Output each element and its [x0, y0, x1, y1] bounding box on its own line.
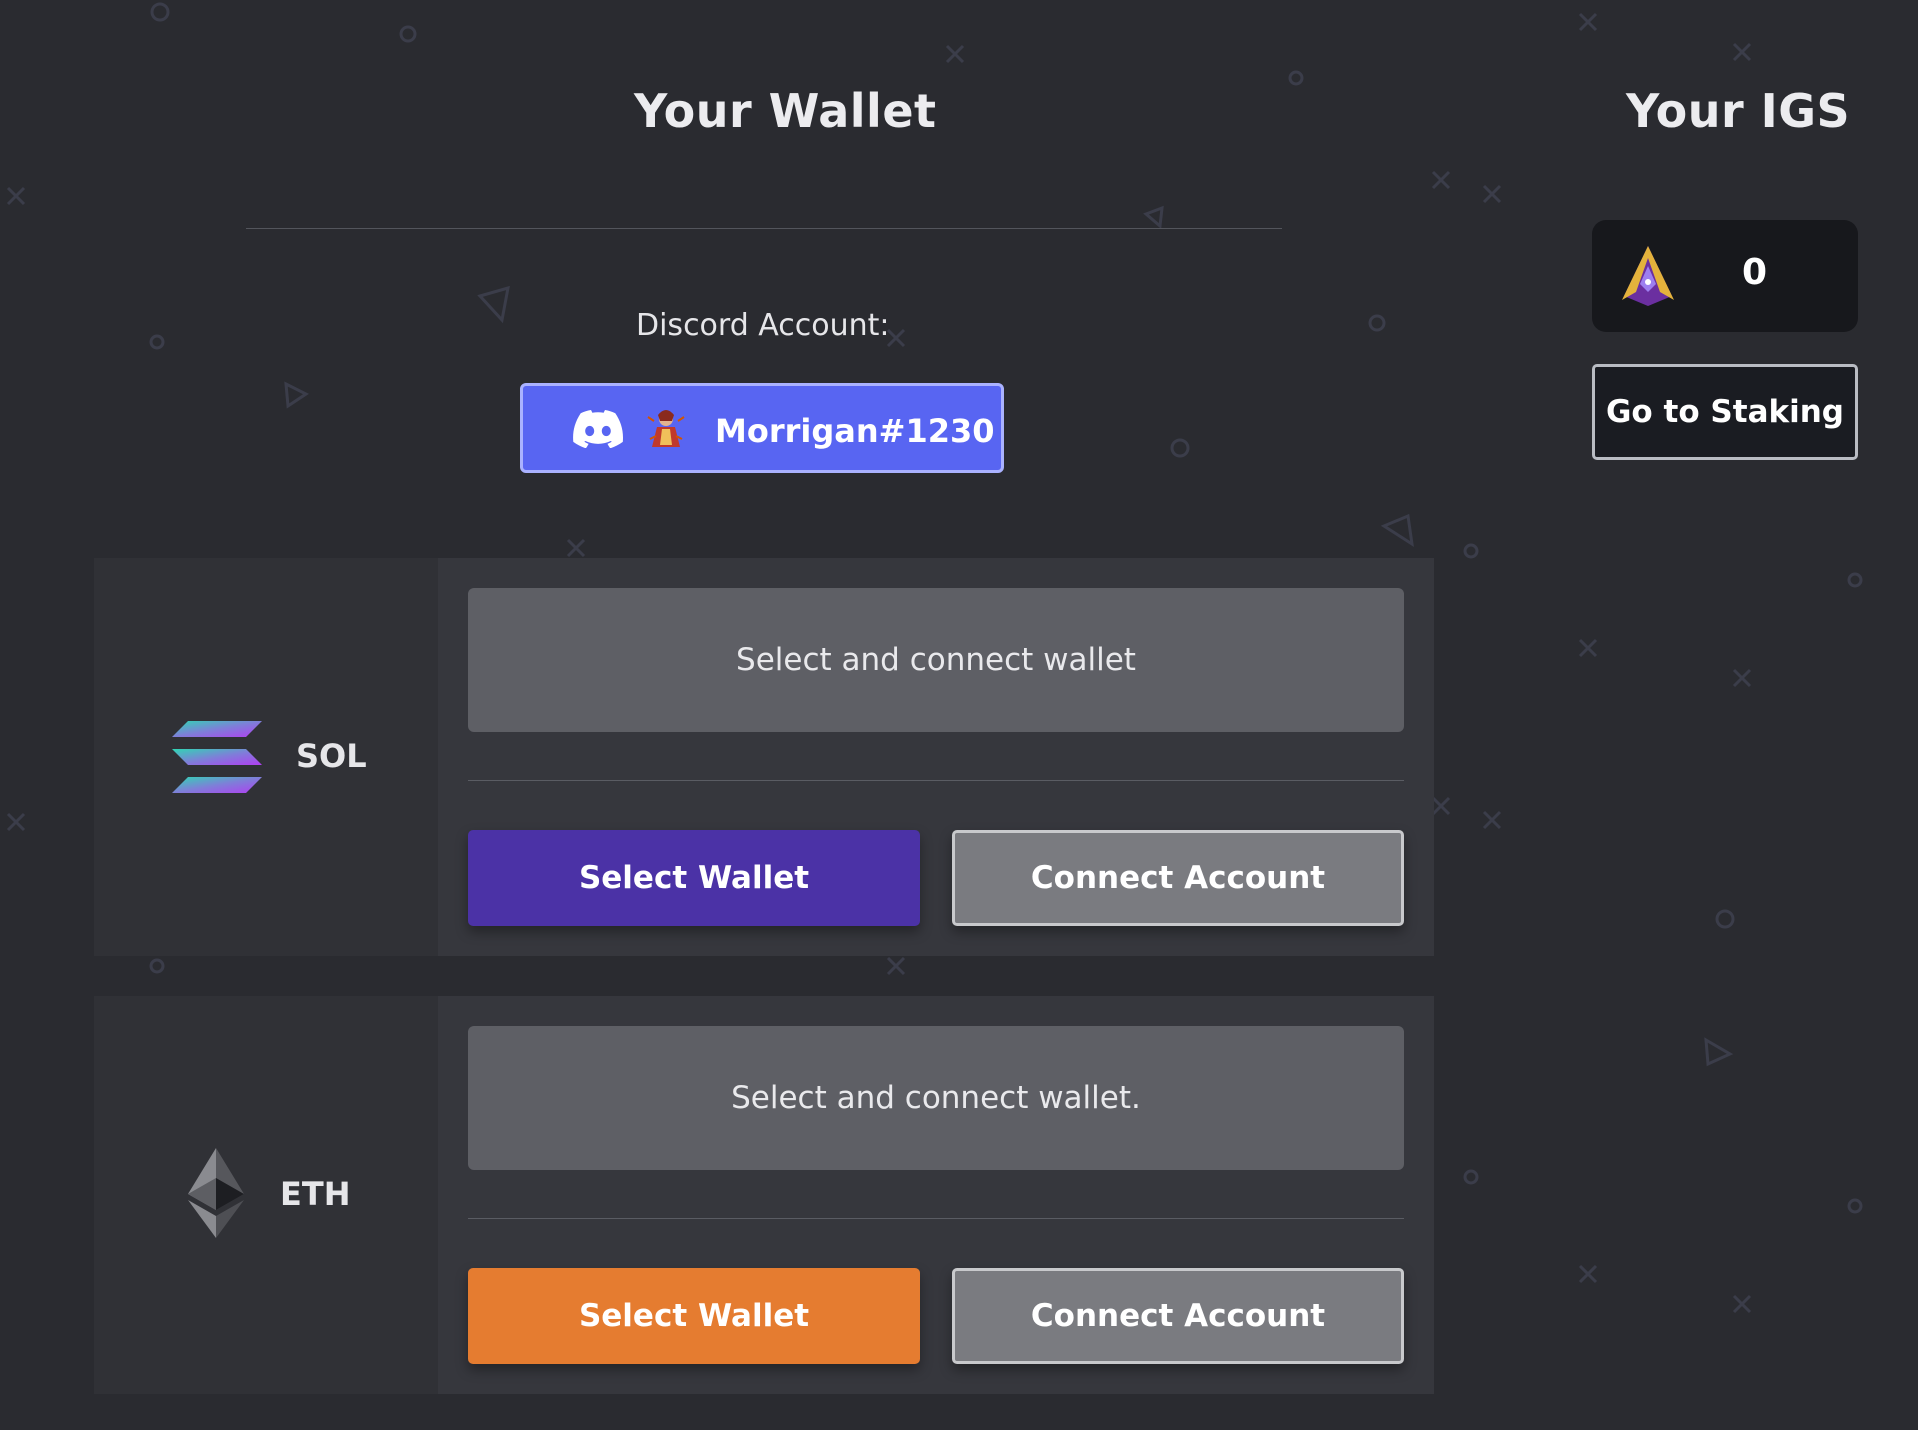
eth-wallet-card: ETH Select and connect wallet. Select Wa…	[94, 996, 1434, 1394]
divider	[468, 1218, 1404, 1219]
igs-title: Your IGS	[1626, 84, 1851, 138]
divider	[246, 228, 1282, 229]
igs-token-icon	[1622, 246, 1674, 306]
igs-balance-box: 0	[1592, 220, 1858, 332]
go-to-staking-button[interactable]: Go to Staking	[1592, 364, 1858, 460]
eth-chain-panel: ETH	[94, 996, 438, 1394]
eth-status-box: Select and connect wallet.	[468, 1026, 1404, 1170]
sol-select-wallet-button[interactable]: Select Wallet	[468, 830, 920, 926]
sol-status-box: Select and connect wallet	[468, 588, 1404, 732]
sol-chain-name: SOL	[296, 737, 367, 775]
solana-logo-icon	[172, 721, 262, 793]
eth-select-wallet-button[interactable]: Select Wallet	[468, 1268, 920, 1364]
discord-username: Morrigan#1230	[715, 412, 995, 450]
discord-account-button[interactable]: Morrigan#1230	[520, 383, 1004, 473]
eth-connect-account-button[interactable]: Connect Account	[952, 1268, 1404, 1364]
igs-balance-value: 0	[1742, 252, 1768, 293]
avatar	[647, 410, 685, 447]
discord-icon	[573, 410, 623, 448]
eth-chain-name: ETH	[280, 1175, 351, 1213]
sol-chain-panel: SOL	[94, 558, 438, 956]
wallet-title: Your Wallet	[634, 84, 937, 138]
sol-wallet-card: SOL Select and connect wallet Select Wal…	[94, 558, 1434, 956]
sol-connect-account-button[interactable]: Connect Account	[952, 830, 1404, 926]
discord-account-label: Discord Account:	[636, 308, 890, 343]
divider	[468, 780, 1404, 781]
ethereum-logo-icon	[188, 1148, 244, 1238]
